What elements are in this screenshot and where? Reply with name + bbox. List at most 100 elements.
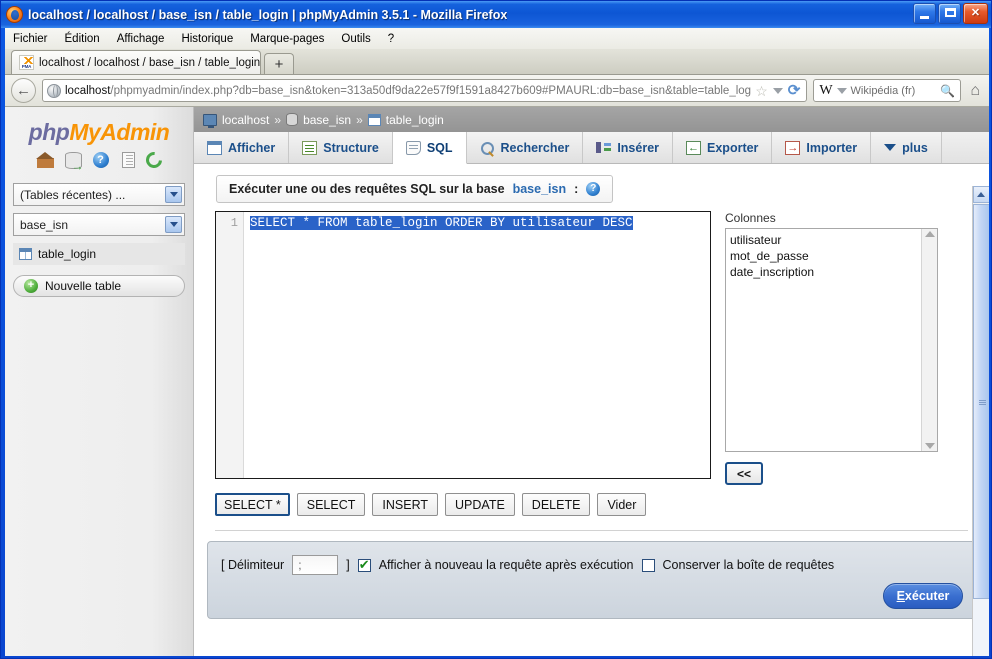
phpmyadmin-logo[interactable]: phpMyAdmin bbox=[13, 119, 185, 146]
menu-bar: Fichier Édition Affichage Historique Mar… bbox=[5, 28, 989, 49]
maximize-button[interactable] bbox=[938, 3, 961, 24]
help-icon[interactable]: ? bbox=[92, 152, 109, 168]
sidebar-item-table-login[interactable]: table_login bbox=[13, 243, 185, 265]
delimiter-input[interactable]: ; bbox=[292, 555, 339, 575]
menu-outils[interactable]: Outils bbox=[341, 33, 370, 45]
menu-edition[interactable]: Édition bbox=[65, 33, 100, 45]
bookmark-star-icon[interactable]: ☆ bbox=[755, 84, 768, 98]
scroll-down-icon[interactable] bbox=[924, 443, 935, 449]
window-title: localhost / localhost / base_isn / table… bbox=[28, 7, 508, 22]
new-tab-button[interactable]: + bbox=[264, 53, 294, 74]
tab-inserer[interactable]: Insérer bbox=[583, 132, 674, 163]
documentation-icon[interactable] bbox=[121, 152, 135, 168]
search-engine-chevron-icon[interactable] bbox=[836, 87, 847, 94]
insert-column-label: << bbox=[736, 466, 751, 481]
delete-button[interactable]: DELETE bbox=[521, 493, 591, 516]
select-button[interactable]: SELECT bbox=[296, 493, 366, 516]
chevron-down-icon[interactable] bbox=[165, 186, 182, 203]
page-scrollbar[interactable] bbox=[972, 186, 989, 656]
update-button[interactable]: UPDATE bbox=[445, 493, 515, 516]
menu-historique[interactable]: Historique bbox=[181, 33, 233, 45]
tab-plus[interactable]: plus bbox=[871, 132, 942, 163]
breadcrumb-table[interactable]: table_login bbox=[386, 113, 444, 127]
search-bar[interactable]: W Wikipédia (fr) 🔍 bbox=[813, 79, 962, 102]
back-button[interactable]: ← bbox=[11, 78, 36, 103]
home-icon[interactable]: ⌂ bbox=[967, 82, 983, 100]
sql-editor-row: 1 SELECT * FROM table_login ORDER BY uti… bbox=[194, 203, 989, 485]
tab-label: Structure bbox=[323, 140, 379, 155]
title-bar: localhost / localhost / base_isn / table… bbox=[1, 1, 991, 28]
url-path: /phpmyadmin/index.php?db=base_isn&token=… bbox=[110, 84, 752, 97]
show-query-again-label[interactable]: Afficher à nouveau la requête après exéc… bbox=[379, 558, 634, 572]
chevron-down-icon[interactable] bbox=[165, 216, 182, 233]
database-export-icon[interactable] bbox=[64, 152, 84, 172]
keep-query-box-checkbox[interactable] bbox=[641, 558, 655, 572]
pma-favicon-icon bbox=[19, 55, 34, 70]
tab-afficher[interactable]: Afficher bbox=[194, 132, 290, 163]
search-icon[interactable]: 🔍 bbox=[940, 84, 955, 98]
breadcrumb-database[interactable]: base_isn bbox=[303, 113, 351, 127]
sql-options-box: [ Délimiteur ; ] Afficher à nouveau la r… bbox=[207, 541, 977, 619]
table-icon bbox=[367, 113, 381, 126]
show-query-again-checkbox[interactable] bbox=[357, 557, 371, 573]
columns-items: utilisateur mot_de_passe date_inscriptio… bbox=[726, 229, 921, 451]
sidebar-icon-row: ? bbox=[13, 148, 185, 172]
sql-panel: Exécuter une ou des requêtes SQL sur la … bbox=[194, 164, 989, 656]
columns-scrollbar[interactable] bbox=[921, 229, 937, 451]
menu-fichier[interactable]: Fichier bbox=[13, 33, 48, 45]
columns-panel: Colonnes utilisateur mot_de_passe date_i… bbox=[725, 211, 938, 485]
recent-tables-select[interactable]: (Tables récentes) ... bbox=[13, 183, 185, 206]
database-select-value: base_isn bbox=[20, 217, 69, 232]
tab-label: plus bbox=[902, 140, 928, 155]
phpmyadmin-sidebar: phpMyAdmin ? (Tables récentes) ... base_… bbox=[5, 107, 194, 656]
insert-column-button[interactable]: << bbox=[725, 462, 763, 485]
execute-button[interactable]: Exécuter bbox=[883, 583, 963, 609]
chevron-down-icon[interactable] bbox=[772, 87, 783, 94]
search-input[interactable]: Wikipédia (fr) bbox=[851, 85, 937, 97]
insert-icon bbox=[596, 141, 612, 155]
reload-icon[interactable]: ⟳ bbox=[788, 83, 801, 98]
scroll-up-button[interactable] bbox=[972, 186, 989, 203]
menu-affichage[interactable]: Affichage bbox=[117, 33, 165, 45]
new-table-label: Nouvelle table bbox=[45, 279, 122, 293]
sql-icon bbox=[405, 140, 421, 155]
tab-rechercher[interactable]: Rechercher bbox=[466, 132, 584, 163]
tab-importer[interactable]: Importer bbox=[772, 132, 872, 163]
scrollbar-thumb[interactable] bbox=[972, 204, 989, 599]
close-button[interactable]: ✕ bbox=[963, 3, 988, 24]
sql-editor[interactable]: 1 SELECT * FROM table_login ORDER BY uti… bbox=[215, 211, 711, 479]
recent-tables-value: (Tables récentes) ... bbox=[20, 187, 126, 202]
column-item[interactable]: mot_de_passe bbox=[730, 248, 921, 264]
minimize-button[interactable] bbox=[913, 3, 936, 24]
database-select[interactable]: base_isn bbox=[13, 213, 185, 236]
new-table-button[interactable]: + Nouvelle table bbox=[13, 275, 185, 297]
sql-code-area[interactable]: SELECT * FROM table_login ORDER BY utili… bbox=[244, 212, 710, 478]
clear-button[interactable]: Vider bbox=[597, 493, 647, 516]
breadcrumb: localhost » base_isn » table_login bbox=[194, 107, 989, 132]
scroll-up-icon[interactable] bbox=[924, 231, 935, 237]
logo-myadmin: MyAdmin bbox=[69, 119, 170, 145]
reload-icon[interactable] bbox=[142, 148, 165, 172]
columns-list[interactable]: utilisateur mot_de_passe date_inscriptio… bbox=[725, 228, 938, 452]
browser-tab-active[interactable]: localhost / localhost / base_isn / table… bbox=[11, 50, 261, 74]
insert-button[interactable]: INSERT bbox=[372, 493, 439, 516]
menu-marque-pages[interactable]: Marque-pages bbox=[250, 33, 324, 45]
keep-query-box-label[interactable]: Conserver la boîte de requêtes bbox=[663, 558, 835, 572]
scrollbar-track[interactable] bbox=[972, 599, 989, 656]
tab-exporter[interactable]: Exporter bbox=[673, 132, 773, 163]
tab-label: Afficher bbox=[228, 140, 276, 155]
plus-icon: + bbox=[24, 279, 38, 293]
home-icon[interactable] bbox=[35, 152, 54, 169]
address-bar[interactable]: localhost/phpmyadmin/index.php?db=base_i… bbox=[42, 79, 808, 102]
breadcrumb-server[interactable]: localhost bbox=[222, 113, 269, 127]
tab-structure[interactable]: Structure bbox=[289, 132, 393, 163]
select-star-button[interactable]: SELECT * bbox=[215, 493, 290, 516]
url-host: localhost bbox=[65, 84, 111, 97]
menu-help[interactable]: ? bbox=[388, 33, 394, 45]
column-item[interactable]: date_inscription bbox=[730, 264, 921, 280]
button-label: SELECT bbox=[306, 497, 356, 512]
help-icon[interactable]: ? bbox=[586, 182, 601, 196]
logo-php: php bbox=[28, 119, 70, 145]
tab-sql[interactable]: SQL bbox=[392, 132, 467, 164]
column-item[interactable]: utilisateur bbox=[730, 232, 921, 248]
